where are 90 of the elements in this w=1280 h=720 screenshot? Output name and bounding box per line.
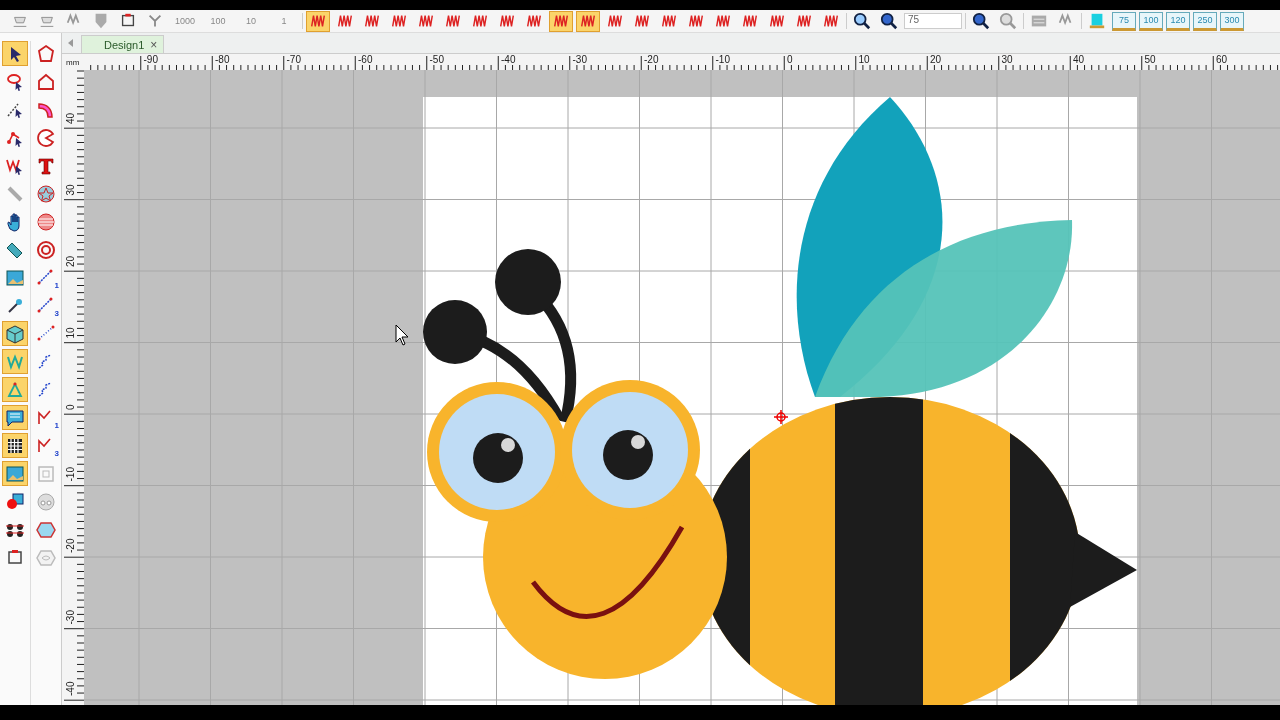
stitch-icon [471,12,489,30]
ruler-label: -10 [65,467,76,482]
tool-button[interactable]: 1 [33,265,59,290]
circle-icon [36,491,56,512]
ruler-label: 40 [1073,54,1085,65]
ruler-label: 20 [930,54,942,65]
ruler-label: -20 [644,54,659,65]
ruler-label: 0 [65,404,76,410]
stitch-icon [795,12,813,30]
document-tab[interactable]: Design1 × [81,35,165,53]
image-icon [5,267,25,288]
ruler-label: 30 [1001,54,1013,65]
tool-button[interactable]: 3 [33,293,59,318]
stitch-tool-button[interactable] [576,10,600,32]
tool-button[interactable] [2,41,28,66]
ruler-label: -40 [65,681,76,696]
comment-icon [5,407,25,428]
ruler-label: 30 [65,184,76,196]
hexgray-icon [36,547,56,568]
hoop-button[interactable]: 100 [1139,11,1163,31]
search-icon [853,12,871,30]
shapes-icon [5,491,25,512]
square-icon [36,463,56,484]
ruler-label: -40 [501,54,516,65]
stitch-icon [660,12,678,30]
ruler-label: -10 [715,54,730,65]
stitch-icon [552,12,570,30]
origin-marker-icon [773,409,789,425]
ruler-label: 10 [858,54,870,65]
hoop-button[interactable]: 250 [1193,11,1217,31]
tool-button[interactable] [2,433,28,458]
cursor-icon [395,324,409,346]
stitch-icon [336,12,354,30]
stitch-icon [417,12,435,30]
stitch-icon [768,12,786,30]
stitch-tool-button[interactable] [306,10,330,32]
stitch-icon [687,12,705,30]
stitch-icon [525,12,543,30]
stitch-icon [714,12,732,30]
ruler-label: -30 [572,54,587,65]
stitch-icon [822,12,840,30]
step-button[interactable]: 1000 [170,10,200,32]
hoop-button[interactable]: 300 [1220,11,1244,31]
image-icon [5,463,25,484]
hoop-button[interactable]: 120 [1166,11,1190,31]
search-icon [880,12,898,30]
hoop-button[interactable]: 75 [1112,11,1136,31]
cube-icon [5,323,25,344]
hexagon-icon [36,519,56,540]
close-button[interactable]: × [150,37,158,52]
ruler-label: -60 [358,54,373,65]
ruler-label: -70 [286,54,301,65]
step-button[interactable]: 100 [203,10,233,32]
scroll-left-icon[interactable] [68,39,73,47]
ruler-label: 50 [1144,54,1156,65]
stripes-icon [36,211,56,232]
ruler-label: 40 [65,112,76,124]
ruler-label: 10 [65,327,76,339]
ruler-label: -50 [429,54,444,65]
letter-icon [36,155,56,176]
zoom-field[interactable]: 75 [904,13,962,29]
stitch-icon [363,12,381,30]
stitch-icon [390,12,408,30]
ruler-label: 20 [65,255,76,267]
ring-icon [36,239,56,260]
ruler-label: -30 [65,610,76,625]
ruler-label: -20 [65,538,76,553]
stitch-icon [444,12,462,30]
tool-button[interactable]: 3 [33,433,59,458]
house-icon [36,71,56,92]
polygon-icon [36,43,56,64]
spool-icon [1088,12,1106,30]
ruler-label: -80 [215,54,230,65]
tool-button[interactable]: 1 [33,405,59,430]
ruler-label: 0 [787,54,793,65]
stitch-icon [498,12,516,30]
ruler-unit: mm [65,57,81,69]
pie-icon [36,127,56,148]
stitch-icon [309,12,327,30]
step-button[interactable]: 10 [236,10,266,32]
design-canvas[interactable] [84,70,1280,707]
ruler-label: 60 [1216,54,1228,65]
stitch-icon [606,12,624,30]
stitch-icon [579,12,597,30]
step-button[interactable]: 1 [269,10,299,32]
ruler-label: -90 [143,54,158,65]
search-icon [972,12,990,30]
stitch-icon [633,12,651,30]
stitch-icon [741,12,759,30]
stitch-tool-button[interactable] [549,10,573,32]
